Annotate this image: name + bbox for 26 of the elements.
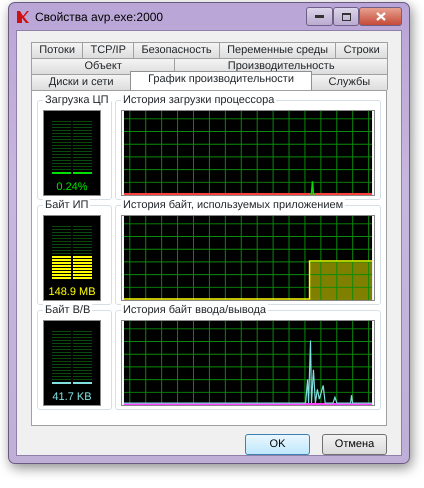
tab[interactable]: Потоки: [31, 42, 84, 58]
maximize-icon: [342, 12, 350, 20]
minimize-button[interactable]: [306, 7, 333, 26]
tab[interactable]: TCP/IP: [82, 42, 134, 58]
dialog-button[interactable]: OK: [245, 434, 310, 455]
tab[interactable]: График производительности: [130, 71, 312, 90]
window-title: Свойства avp.exe:2000: [35, 8, 164, 26]
meter-reading: 0.24%: [56, 180, 88, 194]
group-label: История байт ввода/вывода: [121, 304, 268, 317]
meter-reading: 41.7 KB: [52, 390, 92, 404]
group-label: История байт, используемых приложением: [121, 199, 346, 212]
group-label: Загрузка ЦП: [43, 94, 111, 107]
minimize-icon: [315, 15, 324, 18]
tab[interactable]: Диски и сети: [31, 74, 132, 90]
tab[interactable]: Строки: [335, 42, 388, 58]
close-icon: [376, 12, 386, 21]
dialog-button[interactable]: Отмена: [322, 434, 387, 455]
tab[interactable]: Переменные среды: [218, 42, 336, 58]
tab[interactable]: Безопасность: [133, 42, 220, 58]
group-label: История загрузки процессора: [121, 94, 276, 107]
meter-reading: 148.9 MB: [48, 284, 96, 300]
tab[interactable]: Объект: [31, 58, 176, 74]
tab[interactable]: Службы: [310, 74, 388, 90]
maximize-button[interactable]: [333, 7, 359, 26]
app-icon: [16, 10, 30, 24]
close-button[interactable]: [359, 7, 402, 26]
